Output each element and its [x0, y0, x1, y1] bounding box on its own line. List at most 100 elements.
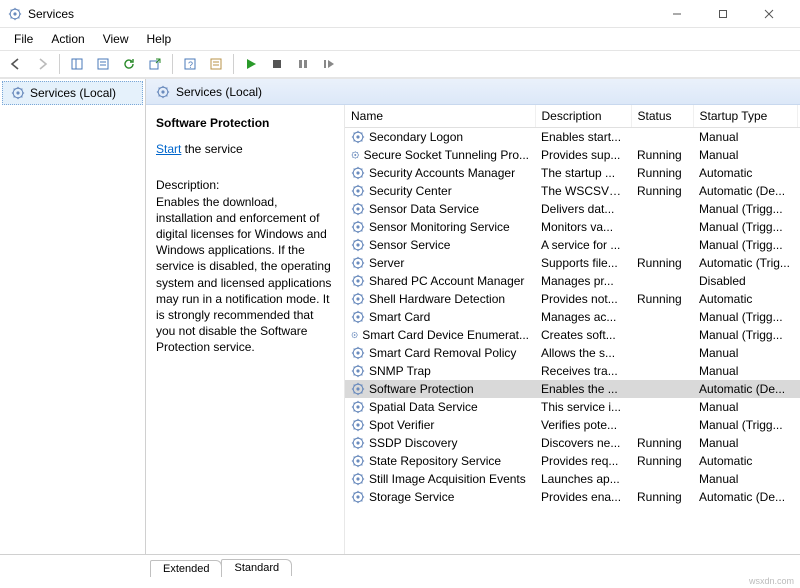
service-name: Smart Card Device Enumerat...	[362, 328, 529, 342]
service-status: Running	[631, 452, 693, 470]
service-desc: Monitors va...	[535, 218, 631, 236]
service-icon	[351, 418, 365, 432]
service-list[interactable]: Name Description Status Startup Type Log…	[344, 105, 800, 554]
service-desc: Supports file...	[535, 254, 631, 272]
service-row[interactable]: Shared PC Account ManagerManages pr...Di…	[345, 272, 800, 290]
service-startup: Manual (Trigg...	[693, 416, 797, 434]
service-icon	[351, 364, 365, 378]
col-description[interactable]: Description	[535, 105, 631, 128]
service-name: Smart Card Removal Policy	[369, 346, 516, 360]
service-status: Running	[631, 290, 693, 308]
service-row[interactable]: State Repository ServiceProvides req...R…	[345, 452, 800, 470]
service-icon	[351, 184, 365, 198]
right-pane: Services (Local) Software Protection Sta…	[146, 79, 800, 554]
stop-service-button[interactable]	[265, 53, 289, 75]
service-icon	[351, 166, 365, 180]
service-row[interactable]: Secure Socket Tunneling Pro...Provides s…	[345, 146, 800, 164]
service-row[interactable]: Security Accounts ManagerThe startup ...…	[345, 164, 800, 182]
service-startup: Manual	[693, 470, 797, 488]
show-hide-button[interactable]	[65, 53, 89, 75]
service-icon	[351, 382, 365, 396]
start-link[interactable]: Start	[156, 142, 181, 156]
help-button[interactable]: ?	[178, 53, 202, 75]
menu-help[interactable]: Help	[139, 30, 180, 48]
service-startup: Manual	[693, 434, 797, 452]
service-icon	[351, 274, 365, 288]
service-row[interactable]: Smart Card Device Enumerat...Creates sof…	[345, 326, 800, 344]
detail-pane: Software Protection Start the service De…	[146, 105, 344, 554]
service-row[interactable]: Shell Hardware DetectionProvides not...R…	[345, 290, 800, 308]
service-name: Secure Socket Tunneling Pro...	[364, 148, 529, 162]
tree-root-node[interactable]: Services (Local)	[2, 81, 143, 105]
service-row[interactable]: ServerSupports file...RunningAutomatic (…	[345, 254, 800, 272]
service-status	[631, 326, 693, 344]
menu-file[interactable]: File	[6, 30, 41, 48]
service-icon	[351, 130, 365, 144]
service-status	[631, 200, 693, 218]
service-desc: Discovers ne...	[535, 434, 631, 452]
properties2-button[interactable]	[204, 53, 228, 75]
tree-root-label: Services (Local)	[30, 86, 116, 100]
maximize-button[interactable]	[700, 0, 746, 28]
service-icon	[351, 400, 365, 414]
service-row[interactable]: SNMP TrapReceives tra...ManualLoc	[345, 362, 800, 380]
col-status[interactable]: Status	[631, 105, 693, 128]
service-row[interactable]: Smart Card Removal PolicyAllows the s...…	[345, 344, 800, 362]
description-label: Description:	[156, 177, 332, 193]
service-desc: Enables the ...	[535, 380, 631, 398]
service-status	[631, 362, 693, 380]
start-service-button[interactable]	[239, 53, 263, 75]
refresh-button[interactable]	[117, 53, 141, 75]
service-name: Smart Card	[369, 310, 430, 324]
back-button[interactable]	[4, 53, 28, 75]
service-row[interactable]: Sensor ServiceA service for ...Manual (T…	[345, 236, 800, 254]
service-startup: Manual (Trigg...	[693, 236, 797, 254]
service-status: Running	[631, 434, 693, 452]
service-name: SSDP Discovery	[369, 436, 457, 450]
service-startup: Manual (Trigg...	[693, 308, 797, 326]
service-row[interactable]: Spatial Data ServiceThis service i...Man…	[345, 398, 800, 416]
service-name: Secondary Logon	[369, 130, 463, 144]
restart-service-button[interactable]	[317, 53, 341, 75]
service-row[interactable]: Secondary LogonEnables start...ManualLoc	[345, 128, 800, 147]
menu-view[interactable]: View	[95, 30, 137, 48]
minimize-button[interactable]	[654, 0, 700, 28]
service-startup: Manual	[693, 146, 797, 164]
service-icon	[351, 436, 365, 450]
col-name[interactable]: Name	[345, 105, 535, 128]
service-status	[631, 380, 693, 398]
service-startup: Manual	[693, 398, 797, 416]
service-startup: Automatic (Trig...	[693, 254, 797, 272]
service-status	[631, 470, 693, 488]
service-name: Spot Verifier	[369, 418, 434, 432]
properties-button[interactable]	[91, 53, 115, 75]
service-row[interactable]: Still Image Acquisition EventsLaunches a…	[345, 470, 800, 488]
service-row[interactable]: Security CenterThe WSCSVC...RunningAutom…	[345, 182, 800, 200]
service-startup: Automatic	[693, 290, 797, 308]
service-row[interactable]: Sensor Monitoring ServiceMonitors va...M…	[345, 218, 800, 236]
col-startup[interactable]: Startup Type	[693, 105, 797, 128]
description-text: Enables the download, installation and e…	[156, 194, 332, 356]
tab-standard[interactable]: Standard	[221, 559, 292, 576]
service-row[interactable]: Storage ServiceProvides ena...RunningAut…	[345, 488, 800, 506]
service-row[interactable]: Sensor Data ServiceDelivers dat...Manual…	[345, 200, 800, 218]
tab-extended[interactable]: Extended	[150, 560, 222, 577]
close-button[interactable]	[746, 0, 792, 28]
service-row[interactable]: SSDP Discovery Discovers ne...RunningManu…	[345, 434, 800, 452]
service-desc: Verifies pote...	[535, 416, 631, 434]
export-button[interactable]	[143, 53, 167, 75]
main-body: Services (Local) Services (Local) Softwa…	[0, 78, 800, 554]
service-name: Storage Service	[369, 490, 454, 504]
service-row[interactable]: Spot Verifier Verifies pote... Manual (Tri…	[345, 416, 800, 434]
menu-action[interactable]: Action	[43, 30, 92, 48]
footer: wsxdn.com	[0, 576, 800, 588]
service-name: State Repository Service	[369, 454, 501, 468]
service-status: Running	[631, 254, 693, 272]
service-row[interactable]: Software ProtectionEnables the ...Automa…	[345, 380, 800, 398]
forward-button[interactable]	[30, 53, 54, 75]
service-row[interactable]: Smart CardManages ac...Manual (Trigg...L…	[345, 308, 800, 326]
service-icon	[351, 310, 365, 324]
service-name: Shell Hardware Detection	[369, 292, 505, 306]
pause-service-button[interactable]	[291, 53, 315, 75]
services-icon	[156, 85, 170, 99]
